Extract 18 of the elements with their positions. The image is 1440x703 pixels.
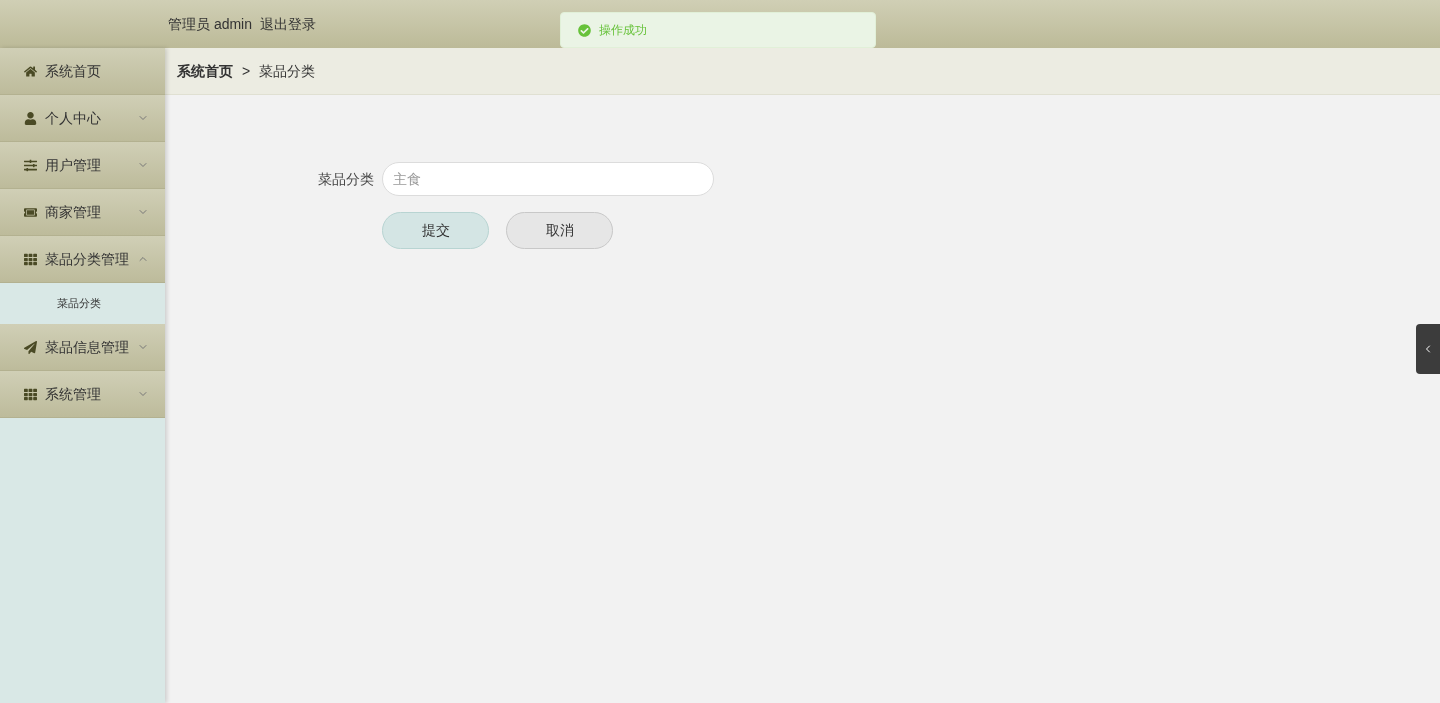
breadcrumb-item[interactable]: 系统首页	[177, 60, 233, 82]
sidebar-item[interactable]: 菜品信息管理	[0, 324, 165, 371]
breadcrumb-item: 菜品分类	[259, 61, 316, 81]
submenu-item[interactable]: 菜品分类	[0, 283, 165, 324]
category-input[interactable]: 主食	[382, 162, 714, 196]
sidebar-item[interactable]: 个人中心	[0, 95, 165, 142]
logout-link[interactable]: 退出登录	[260, 13, 317, 35]
breadcrumb-separator: >	[242, 61, 251, 81]
sidebar-item[interactable]: 菜品分类管理	[0, 236, 165, 283]
field-label: 菜品分类	[318, 169, 374, 189]
submit-button[interactable]: 提交	[382, 212, 489, 249]
sidebar-item[interactable]: 商家管理	[0, 189, 165, 236]
sidebar-item[interactable]: 系统管理	[0, 371, 165, 418]
sidebar-item[interactable]: 用户管理	[0, 142, 165, 189]
admin-label: 管理员 admin	[168, 14, 253, 34]
toast-message: 操作成功	[599, 22, 647, 39]
cancel-button[interactable]: 取消	[506, 212, 613, 249]
sidebar-item[interactable]: 系统首页	[0, 48, 165, 95]
